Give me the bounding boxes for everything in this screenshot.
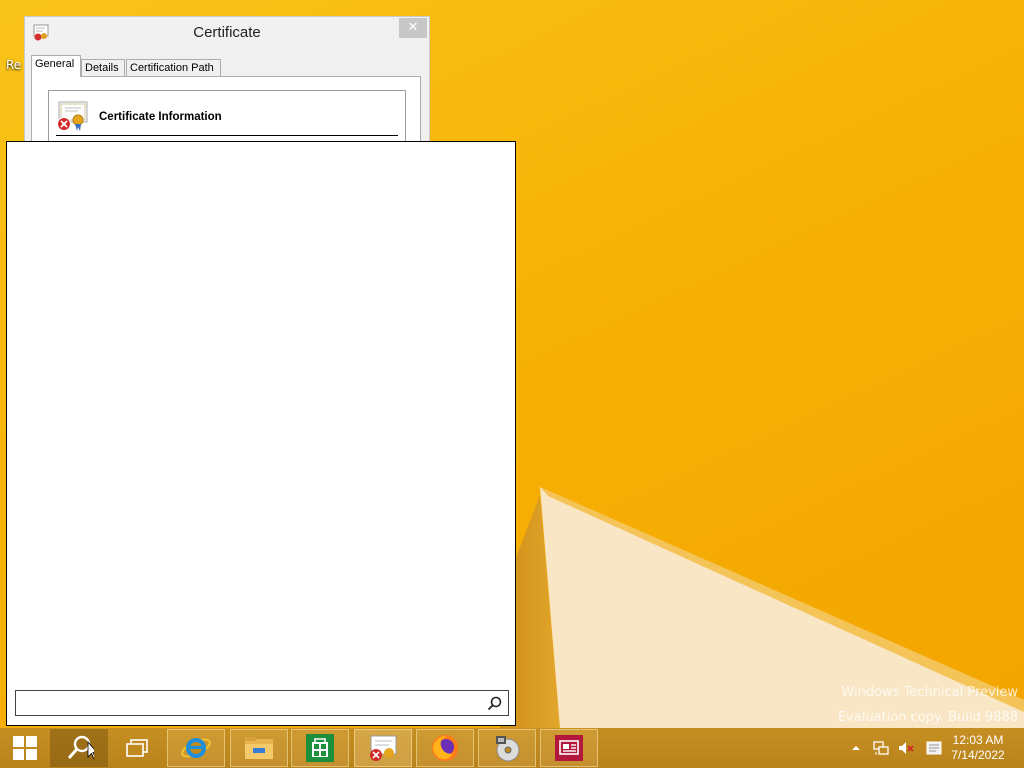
task-view-icon [126,739,148,757]
taskbar-certificate-window[interactable] [354,729,412,767]
tray-overflow-icon[interactable] [848,740,864,756]
network-icon[interactable] [873,740,889,756]
taskbar-internet-explorer[interactable] [167,729,225,767]
taskbar-store[interactable] [291,729,349,767]
taskbar: 12:03 AM 7/14/2022 [0,728,1024,768]
taskbar-media-app[interactable] [478,729,536,767]
news-icon [555,735,583,761]
search-icon[interactable] [487,696,502,711]
search-input[interactable] [18,693,482,715]
taskbar-file-explorer[interactable] [230,729,288,767]
certificate-error-icon [57,101,88,131]
tab-general[interactable]: General [31,55,81,77]
tab-details[interactable]: Details [81,59,125,77]
clock-time: 12:03 AM [952,733,1004,747]
watermark-line-2: Evaluation copy. Build 9888 [837,710,1018,725]
firefox-icon [432,735,458,761]
store-icon [306,734,334,762]
action-center-icon[interactable] [926,740,942,756]
certificate-info-title: Certificate Information [99,111,222,123]
dialog-title: Certificate [193,24,261,41]
task-view-button[interactable] [114,729,160,767]
dialog-titlebar[interactable]: Certificate ✕ [25,17,429,49]
certificate-icon [370,735,397,761]
taskbar-news-app[interactable] [540,729,598,767]
tray-clock[interactable]: 12:03 AM 7/14/2022 [949,733,1007,763]
close-button[interactable]: ✕ [399,18,427,38]
divider [56,135,398,136]
taskbar-firefox[interactable] [416,729,474,767]
search-flyout [6,141,516,726]
search-button[interactable] [50,729,108,767]
internet-explorer-icon [181,738,211,758]
media-disc-icon [496,736,520,762]
watermark-line-1: Windows Technical Preview [841,685,1018,700]
clock-date: 7/14/2022 [951,748,1005,762]
volume-muted-icon[interactable] [898,740,914,756]
search-icon [67,735,94,760]
tab-certification-path[interactable]: Certification Path [126,59,221,77]
search-box[interactable] [15,690,509,716]
folder-icon [245,737,273,759]
start-button[interactable] [4,729,46,767]
desktop-icon-label[interactable]: Re [6,58,21,72]
windows-logo-icon [13,736,37,760]
